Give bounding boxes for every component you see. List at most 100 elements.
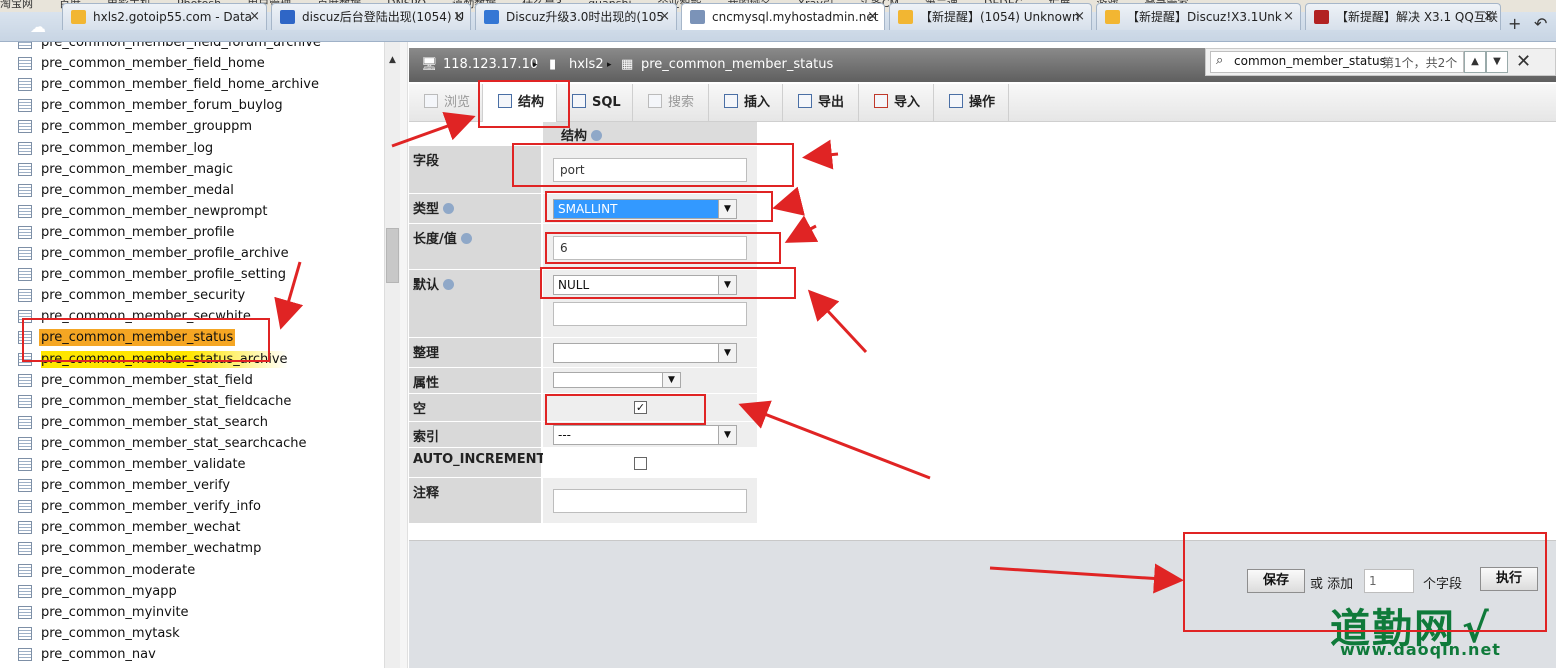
tree-item[interactable]: pre_common_member_secwhite <box>0 306 384 327</box>
tree-item[interactable]: pre_common_myinvite <box>0 602 384 623</box>
browser-tab[interactable]: discuz后台登陆出现(1054) U × <box>271 3 471 30</box>
collation-select[interactable]: ▼ <box>553 343 737 363</box>
form-header-label: 结构 <box>561 129 588 144</box>
execute-button[interactable]: 执行 <box>1480 567 1538 591</box>
tree-item[interactable]: pre_common_member_newprompt <box>0 201 384 222</box>
back-icon[interactable]: ↶ <box>1534 14 1547 33</box>
table-icon <box>18 310 32 324</box>
help-icon[interactable] <box>443 279 455 290</box>
attributes-select[interactable]: ▼ <box>553 372 681 388</box>
tree-item[interactable]: pre_common_member_field_home_archive <box>0 74 384 95</box>
close-tab-icon[interactable]: × <box>249 4 260 30</box>
tree-item[interactable]: pre_common_member_profile_archive <box>0 243 384 264</box>
close-tab-icon[interactable]: × <box>453 4 464 30</box>
default-custom-input[interactable] <box>553 302 747 326</box>
browser-tab-title: cncmysql.myhostadmin.net <box>712 10 879 24</box>
default-select[interactable]: NULL ▼ <box>553 275 737 295</box>
tab-export[interactable]: 导出 <box>783 84 859 122</box>
close-tab-icon[interactable]: × <box>659 4 670 30</box>
tree-item[interactable]: pre_common_member_stat_searchcache <box>0 433 384 454</box>
pane-divider[interactable] <box>400 42 408 668</box>
breadcrumb-table[interactable]: pre_common_member_status <box>641 57 833 72</box>
find-close-button[interactable]: ✕ <box>1516 51 1531 72</box>
type-value: SMALLINT <box>558 202 618 216</box>
auto-increment-cell <box>543 448 757 478</box>
table-icon <box>18 42 32 49</box>
tab-structure[interactable]: 结构 <box>483 84 557 122</box>
tree-item[interactable]: pre_common_member_magic <box>0 159 384 180</box>
add-fields-count-input[interactable]: 1 <box>1364 569 1414 593</box>
tree-item[interactable]: pre_common_member_status_archive <box>0 349 384 370</box>
tree-item[interactable]: pre_common_moderate <box>0 560 384 581</box>
find-query[interactable]: common_member_status <box>1234 54 1386 68</box>
index-value: --- <box>558 428 571 442</box>
browser-tab-title: 【新提醒】解决 X3.1 QQ互联 <box>1336 10 1498 24</box>
browser-tab[interactable]: Discuz升级3.0时出现的(105 × <box>475 3 677 30</box>
tree-item[interactable]: pre_common_member_stat_fieldcache <box>0 391 384 412</box>
find-next-button[interactable]: ▼ <box>1486 51 1508 73</box>
help-icon[interactable] <box>460 233 472 244</box>
tree-item[interactable]: pre_common_member_verify <box>0 475 384 496</box>
tree-item[interactable]: pre_common_member_field_home <box>0 53 384 74</box>
tree-item[interactable]: pre_common_member_security <box>0 285 384 306</box>
tree-item[interactable]: pre_common_member_log <box>0 138 384 159</box>
help-icon[interactable] <box>591 130 603 141</box>
tree-item[interactable]: pre_common_member_status <box>0 327 384 348</box>
tree-item-label: pre_common_member_wechat <box>41 520 241 536</box>
type-select[interactable]: SMALLINT ▼ <box>553 199 737 219</box>
length-label: 长度/值 <box>413 232 457 247</box>
help-icon[interactable] <box>443 203 455 214</box>
tree-item[interactable]: pre_common_member_wechat <box>0 517 384 538</box>
auto-increment-checkbox[interactable] <box>634 457 647 470</box>
close-tab-icon[interactable]: × <box>1074 4 1085 30</box>
tree-item[interactable]: pre_common_member_medal <box>0 180 384 201</box>
close-tab-icon[interactable]: × <box>1283 4 1294 30</box>
close-tab-icon[interactable]: × <box>867 4 878 30</box>
tree-item[interactable]: pre_common_member_forum_buylog <box>0 95 384 116</box>
close-tab-icon[interactable]: × <box>1483 4 1494 30</box>
browser-tab[interactable]: 【新提醒】Discuz!X3.1Unk × <box>1096 3 1301 30</box>
browser-tab[interactable]: 【新提醒】解决 X3.1 QQ互联 × <box>1305 3 1501 30</box>
index-select[interactable]: --- ▼ <box>553 425 737 445</box>
bookmark-item[interactable]: 淘宝网 <box>0 0 33 10</box>
tree-item[interactable]: pre_common_member_wechatmp <box>0 538 384 559</box>
tab-wrench[interactable]: 操作 <box>934 84 1009 122</box>
tree-item[interactable]: pre_common_mytask <box>0 623 384 644</box>
breadcrumb-server[interactable]: 118.123.17.10 <box>443 57 538 72</box>
find-count: 第1个，共2个 <box>1382 56 1458 70</box>
save-button[interactable]: 保存 <box>1247 569 1305 593</box>
tree-item-label: pre_common_member_field_forum_archive <box>41 42 321 50</box>
tab-insert[interactable]: 插入 <box>709 84 783 122</box>
tree-item[interactable]: pre_common_member_field_forum_archive <box>0 42 384 53</box>
tree-item[interactable]: pre_common_nav <box>0 644 384 665</box>
scrollbar[interactable] <box>384 42 400 668</box>
tree-item[interactable]: pre_common_member_stat_field <box>0 370 384 391</box>
cloud-icon[interactable]: ☁ <box>30 19 50 35</box>
breadcrumb-database[interactable]: hxls2 <box>569 57 604 72</box>
comment-input[interactable] <box>553 489 747 513</box>
browser-tab[interactable]: cncmysql.myhostadmin.net × <box>681 3 885 30</box>
null-checkbox[interactable]: ✓ <box>634 401 647 414</box>
tab-sql[interactable]: SQL <box>557 84 633 122</box>
tree-item[interactable]: pre_common_member_validate <box>0 454 384 475</box>
form-header-spacer <box>409 122 541 146</box>
field-name-input[interactable]: port <box>553 158 747 182</box>
length-input[interactable]: 6 <box>553 236 747 260</box>
browser-tab[interactable]: hxls2.gotoip55.com - Data × <box>62 3 267 30</box>
tab-search[interactable]: 搜索 <box>633 84 709 122</box>
tab-browse[interactable]: 浏览 <box>409 84 483 122</box>
tab-label: SQL <box>592 95 621 110</box>
browser-tab[interactable]: 【新提醒】(1054) Unknown × <box>889 3 1092 30</box>
tree-item[interactable]: pre_common_member_verify_info <box>0 496 384 517</box>
tree-item[interactable]: pre_common_member_stat_search <box>0 412 384 433</box>
find-prev-button[interactable]: ▲ <box>1464 51 1486 73</box>
tab-import[interactable]: 导入 <box>859 84 934 122</box>
tree-item[interactable]: pre_common_member_profile_setting <box>0 264 384 285</box>
scroll-thumb[interactable] <box>386 228 399 283</box>
new-tab-button[interactable]: + <box>1508 14 1521 33</box>
tree-item[interactable]: pre_common_myapp <box>0 581 384 602</box>
favicon-icon <box>1105 10 1120 24</box>
tree-item[interactable]: pre_common_member_grouppm <box>0 116 384 137</box>
tree-item[interactable]: pre_common_member_profile <box>0 222 384 243</box>
scroll-up-icon[interactable]: ▲ <box>389 55 396 65</box>
